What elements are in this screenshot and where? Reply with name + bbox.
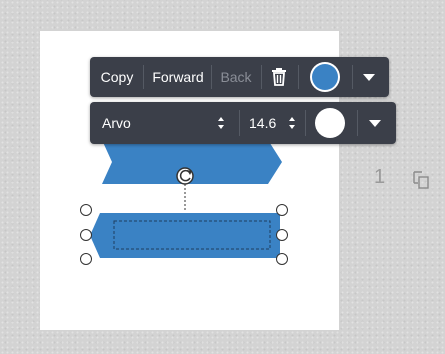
text-color-swatch[interactable] [315, 108, 345, 138]
toolbar-divider [298, 65, 299, 89]
selected-arrow-shape[interactable] [90, 213, 280, 258]
resize-handle-top-right[interactable] [276, 204, 288, 216]
copy-button[interactable]: Copy [96, 57, 138, 97]
toolbar-divider [261, 65, 262, 89]
toolbar-divider [239, 110, 240, 136]
resize-handle-bottom-right[interactable] [276, 253, 288, 265]
toolbar-divider [357, 110, 358, 136]
toolbar-divider [305, 110, 306, 136]
font-size-value: 14.6 [249, 115, 277, 131]
resize-handle-top-left[interactable] [80, 204, 92, 216]
back-button[interactable]: Back [216, 57, 256, 97]
font-size-input[interactable]: 14.6 [249, 115, 289, 131]
chevron-down-icon[interactable] [363, 74, 375, 81]
font-size-stepper-icon[interactable] [288, 117, 296, 129]
object-toolbar: Copy Forward Back [90, 57, 389, 97]
font-family-stepper-icon[interactable] [217, 117, 225, 129]
toolbar-divider [211, 65, 212, 89]
toolbar-divider [352, 65, 353, 89]
resize-handle-bottom-left[interactable] [80, 253, 92, 265]
fill-color-swatch[interactable] [310, 62, 340, 92]
duplicate-page-icon[interactable] [412, 170, 432, 190]
text-toolbar: Arvo 14.6 [90, 102, 396, 144]
font-family-select[interactable]: Arvo [102, 115, 232, 131]
chevron-down-icon[interactable] [369, 120, 381, 127]
page-number: 1 [374, 166, 386, 188]
toolbar-divider [143, 65, 144, 89]
resize-handle-middle-right[interactable] [276, 229, 288, 241]
rotate-icon[interactable] [176, 167, 194, 185]
forward-button[interactable]: Forward [149, 57, 207, 97]
resize-handle-middle-left[interactable] [80, 229, 92, 241]
trash-icon[interactable] [269, 57, 289, 97]
font-family-value: Arvo [102, 115, 131, 131]
